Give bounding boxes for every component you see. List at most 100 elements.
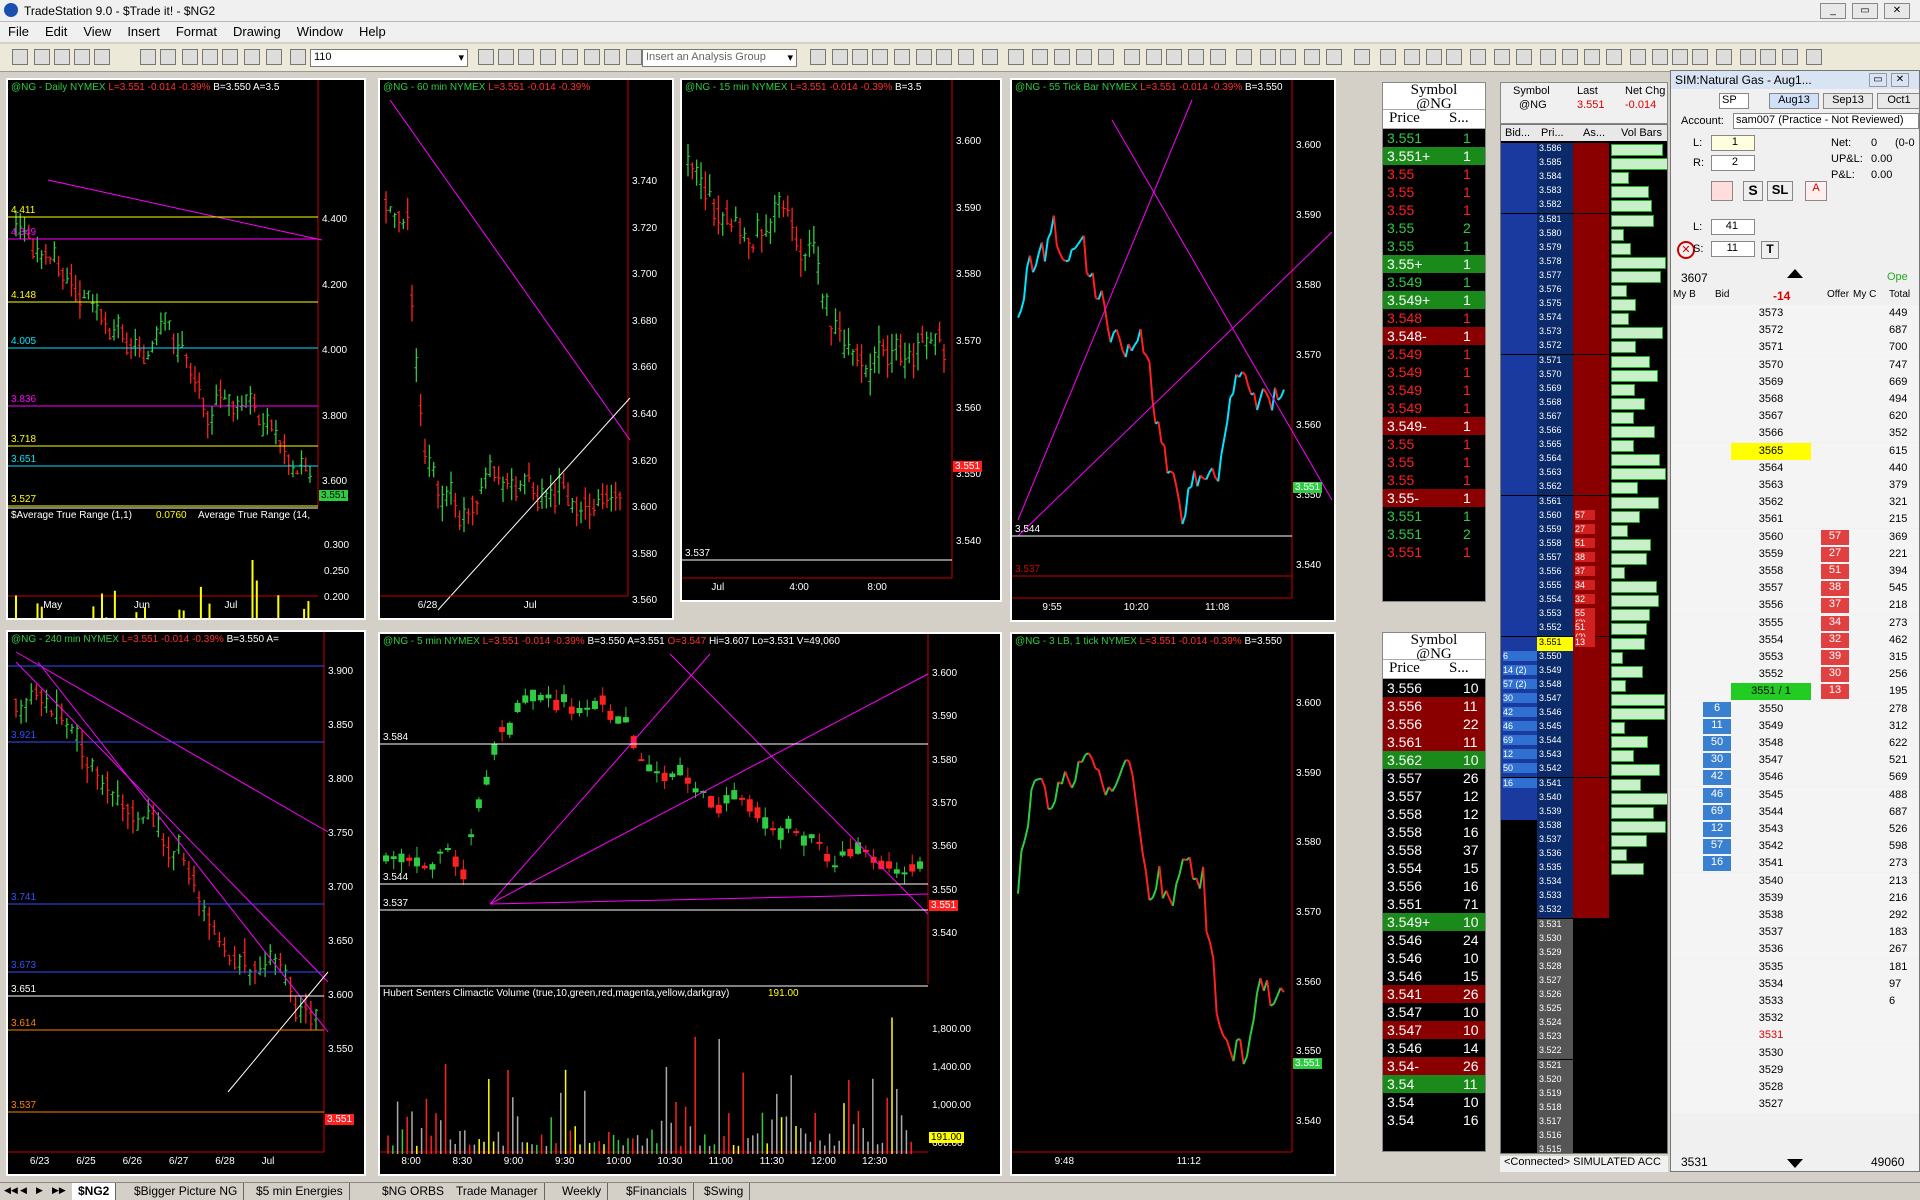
dom-offer-size[interactable]: 13 — [1821, 684, 1849, 700]
toolbar-tool-icon[interactable] — [1540, 49, 1556, 65]
tab-scroll-icon[interactable]: ▶▶ — [52, 1185, 66, 1196]
dom-stoplimit-button[interactable]: SL — [1767, 181, 1793, 201]
dom-symbol-button[interactable]: SP — [1719, 93, 1749, 109]
matrix-ask-cell[interactable] — [1573, 171, 1609, 186]
dom-bid-size[interactable]: 11 — [1703, 718, 1731, 734]
dom-row[interactable]: 3537 183 — [1671, 924, 1919, 942]
matrix-row[interactable]: 3.533 — [1501, 890, 1667, 905]
dom-bid-size[interactable]: 6 — [1703, 701, 1731, 717]
matrix-row[interactable]: 3.563 — [1501, 467, 1667, 482]
matrix-bid-cell[interactable] — [1501, 608, 1537, 623]
matrix-row[interactable]: 3.566 — [1501, 425, 1667, 439]
matrix-row[interactable]: 3.574 — [1501, 312, 1667, 327]
matrix-bid-cell[interactable] — [1501, 1031, 1537, 1046]
matrix-bid-cell[interactable] — [1501, 396, 1537, 411]
matrix-row[interactable]: 3.558 51 — [1501, 537, 1667, 552]
tab-7[interactable]: $Swing — [698, 1183, 751, 1200]
dom-price[interactable]: 3529 — [1731, 1062, 1811, 1079]
dom-row[interactable]: 3554 32 462 — [1671, 631, 1919, 649]
toolbar-tool-icon[interactable] — [852, 49, 868, 65]
matrix-row[interactable]: 3.523 — [1501, 1031, 1667, 1046]
dom-row[interactable]: 3570 747 — [1671, 356, 1919, 374]
matrix-row[interactable]: 3.571 — [1501, 354, 1667, 369]
dom-row[interactable]: 3535 181 — [1671, 958, 1919, 976]
matrix-row[interactable]: 3.550 6 — [1501, 650, 1667, 665]
matrix-bid-cell[interactable] — [1501, 960, 1537, 975]
dom-row[interactable]: 3531 — [1671, 1027, 1919, 1045]
chart-daily[interactable]: @NG - Daily NYMEX L=3.551 -0.014 -0.39% … — [6, 78, 366, 620]
dom-price[interactable]: 3535 — [1731, 959, 1811, 976]
matrix-ask-cell[interactable] — [1573, 819, 1609, 834]
menu-window[interactable]: Window — [289, 22, 351, 41]
matrix-ask-cell[interactable] — [1573, 213, 1609, 228]
matrix-ask-cell[interactable] — [1573, 946, 1609, 961]
matrix-ask-cell[interactable] — [1573, 650, 1609, 665]
dom-price[interactable]: 3527 — [1731, 1096, 1811, 1113]
dom-row[interactable]: 3556 37 218 — [1671, 597, 1919, 615]
dom-row[interactable]: 3528 — [1671, 1079, 1919, 1096]
matrix-bid-cell[interactable] — [1501, 862, 1537, 877]
matrix-bid-cell[interactable] — [1501, 1144, 1537, 1153]
dom-price[interactable]: 3528 — [1731, 1079, 1811, 1096]
dom-price[interactable]: 3537 — [1731, 924, 1811, 941]
toolbar-tool-icon[interactable] — [74, 49, 90, 65]
dom-row[interactable]: 3548 50 622 — [1671, 735, 1919, 752]
dom-row[interactable]: 3566 352 — [1671, 425, 1919, 443]
dom-row[interactable]: 3560 57 369 — [1671, 528, 1919, 546]
matrix-row[interactable]: 3.580 — [1501, 227, 1667, 242]
dom-price[interactable]: 3544 — [1731, 804, 1811, 821]
matrix-ask-cell[interactable] — [1573, 326, 1609, 341]
dom-month-aug[interactable]: Aug13 — [1769, 93, 1819, 109]
chart-15min[interactable]: @NG - 15 min NYMEX L=3.551 -0.014 -0.39%… — [680, 78, 1002, 602]
dom-row[interactable]: 3539 216 — [1671, 889, 1919, 907]
matrix-ask-cell[interactable] — [1573, 1073, 1609, 1088]
matrix-ask-cell[interactable] — [1573, 974, 1609, 989]
matrix-ask-cell[interactable] — [1573, 481, 1609, 496]
matrix-ask-cell[interactable] — [1573, 396, 1609, 411]
matrix-row[interactable]: 3.562 — [1501, 481, 1667, 496]
dom-price[interactable]: 3565 — [1731, 442, 1811, 460]
matrix-bid-cell[interactable] — [1501, 791, 1537, 806]
menu-insert[interactable]: Insert — [119, 22, 168, 41]
toolbar-tool-icon[interactable] — [1806, 49, 1822, 65]
matrix-row[interactable]: 3.55251 (2) — [1501, 622, 1667, 643]
dom-price[interactable]: 3562 — [1731, 494, 1811, 511]
dom-up-arrow-icon[interactable] — [1787, 269, 1803, 278]
matrix-ask-cell[interactable] — [1573, 495, 1609, 510]
toolbar-tool-icon[interactable] — [1054, 49, 1070, 65]
matrix-ask-cell[interactable] — [1573, 241, 1609, 256]
matrix-bid-cell[interactable] — [1501, 227, 1537, 242]
dom-s-input[interactable]: 11 — [1711, 241, 1755, 257]
dom-panel[interactable]: SIM:Natural Gas - Aug1... ▭ ✕ SP Aug13 Sep13 O… — [1670, 70, 1920, 1172]
matrix-bid-cell[interactable] — [1501, 1003, 1537, 1018]
dom-offer-size[interactable]: 30 — [1821, 667, 1849, 683]
matrix-bid-cell[interactable] — [1501, 425, 1537, 439]
matrix-row[interactable]: 3.577 — [1501, 269, 1667, 284]
toolbar-tool-icon[interactable] — [1280, 49, 1296, 65]
toolbar-tool-icon[interactable] — [936, 49, 952, 65]
matrix-ask-cell[interactable] — [1573, 918, 1609, 933]
tab-0[interactable]: $NG2 — [72, 1183, 117, 1200]
dom-row[interactable]: 3551 / 1 13 195 — [1671, 683, 1919, 701]
menu-file[interactable]: File — [0, 22, 37, 41]
dom-offer-size[interactable]: 39 — [1821, 650, 1849, 665]
matrix-ask-cell[interactable] — [1573, 707, 1609, 721]
toolbar-tool-icon[interactable] — [1562, 49, 1578, 65]
matrix-row[interactable]: 3.548 57 (2) — [1501, 678, 1667, 693]
close-button[interactable]: ✕ — [1884, 3, 1910, 19]
toolbar-tool-icon[interactable] — [562, 49, 578, 65]
matrix-row[interactable]: 3.561 — [1501, 495, 1667, 510]
matrix-row[interactable]: 3.576 — [1501, 284, 1667, 298]
toolbar-tool-icon[interactable] — [140, 49, 156, 65]
dom-bid-size[interactable]: 42 — [1703, 770, 1731, 786]
toolbar-tool-icon[interactable] — [290, 49, 306, 65]
matrix-row[interactable]: 3.516 — [1501, 1130, 1667, 1144]
matrix-bid-cell[interactable] — [1501, 537, 1537, 552]
matrix-ask-cell[interactable] — [1573, 1031, 1609, 1046]
matrix-bid-cell[interactable] — [1501, 171, 1537, 186]
dom-price[interactable]: 3571 — [1731, 339, 1811, 356]
matrix-bid-cell[interactable] — [1501, 284, 1537, 298]
dom-bid-size[interactable]: 16 — [1703, 856, 1731, 872]
dom-row[interactable]: 3567 620 — [1671, 408, 1919, 426]
dom-price[interactable]: 3558 — [1731, 563, 1811, 580]
